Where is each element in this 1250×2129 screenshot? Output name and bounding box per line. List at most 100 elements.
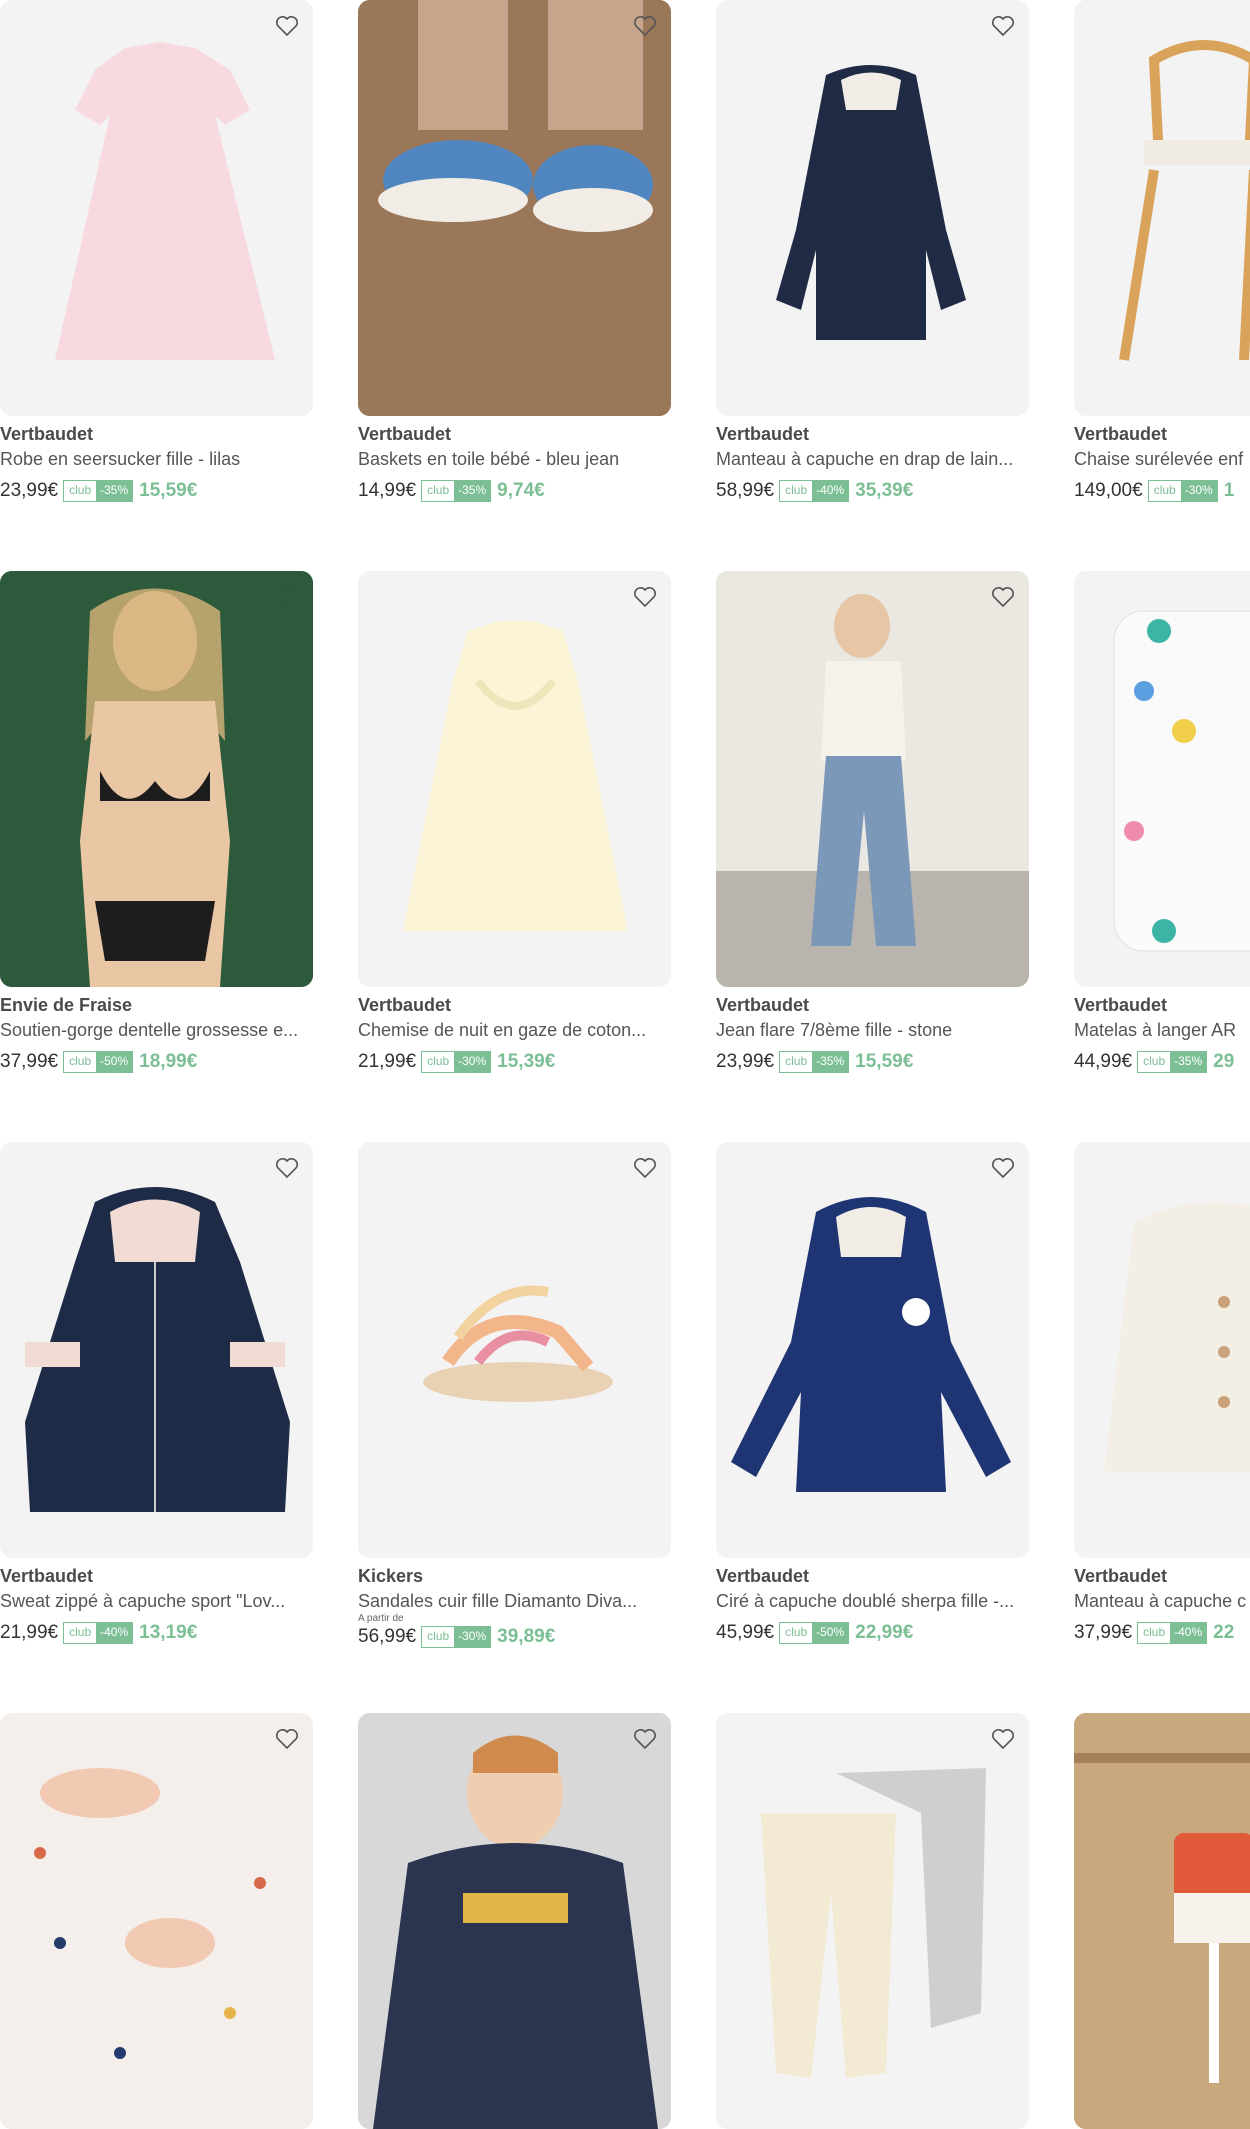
club-badge: club -35% xyxy=(1137,1051,1208,1073)
product-card[interactable] xyxy=(0,1713,313,2129)
product-image[interactable] xyxy=(716,0,1029,416)
nightgown-image xyxy=(403,621,628,931)
product-image[interactable] xyxy=(358,1142,671,1558)
price-row: 21,99€ club -30% 15,39€ xyxy=(358,1049,671,1075)
product-card[interactable]: Vertbaudet Sweat zippé à capuche sport "… xyxy=(0,1142,313,1646)
product-card[interactable]: Vertbaudet Manteau à capuche en drap de … xyxy=(716,0,1029,504)
product-image[interactable] xyxy=(358,571,671,987)
original-price: 23,99€ xyxy=(716,1051,775,1072)
product-title[interactable]: Matelas à langer AR xyxy=(1074,1020,1250,1041)
original-price: 44,99€ xyxy=(1074,1051,1133,1072)
product-card[interactable]: Vertbaudet Manteau à capuche c 37,99€ cl… xyxy=(1074,1142,1250,1646)
product-title[interactable]: Robe en seersucker fille - lilas xyxy=(0,449,313,470)
product-brand: Vertbaudet xyxy=(716,1566,810,1586)
product-brand: Vertbaudet xyxy=(0,424,94,444)
sale-price: 18,99€ xyxy=(139,1051,198,1072)
wishlist-heart-icon[interactable] xyxy=(274,13,300,39)
dress-image xyxy=(55,42,275,360)
product-title[interactable]: Manteau à capuche c xyxy=(1074,1591,1250,1612)
product-grid: Vertbaudet Robe en seersucker fille - li… xyxy=(0,0,1250,2129)
original-price: 56,99€ xyxy=(358,1626,417,1647)
price-row: 21,99€ club -40% 13,19€ xyxy=(0,1620,313,1646)
club-badge: club -30% xyxy=(421,1051,492,1073)
product-card[interactable]: Vertbaudet Chaise surélevée enf 149,00€ … xyxy=(1074,0,1250,504)
club-badge: club -40% xyxy=(63,1622,134,1644)
product-image[interactable] xyxy=(1074,571,1250,987)
product-brand: Kickers xyxy=(358,1566,424,1586)
wishlist-heart-icon[interactable] xyxy=(274,584,300,610)
wishlist-heart-icon[interactable] xyxy=(632,13,658,39)
sweatshirt-boy-image xyxy=(358,1713,671,2129)
product-image[interactable] xyxy=(358,0,671,416)
wishlist-heart-icon[interactable] xyxy=(632,1726,658,1752)
product-image[interactable] xyxy=(0,1713,313,2129)
product-title[interactable]: Sandales cuir fille Diamanto Diva... xyxy=(358,1591,671,1612)
price-row: 56,99€ club -30% 39,89€ xyxy=(358,1624,671,1650)
club-badge: club -40% xyxy=(779,480,850,502)
product-image[interactable] xyxy=(1074,0,1250,416)
original-price: 37,99€ xyxy=(0,1051,59,1072)
original-price: 58,99€ xyxy=(716,480,775,501)
baby-bedding-image xyxy=(0,1713,313,2129)
wishlist-heart-icon[interactable] xyxy=(990,1726,1016,1752)
wishlist-heart-icon[interactable] xyxy=(274,1726,300,1752)
product-card[interactable]: Vertbaudet Jean flare 7/8ème fille - sto… xyxy=(716,571,1029,1075)
wishlist-heart-icon[interactable] xyxy=(990,584,1016,610)
sherpa-coat-image xyxy=(1104,1202,1250,1472)
club-badge: club -30% xyxy=(1147,480,1218,502)
original-price: 149,00€ xyxy=(1074,480,1143,501)
product-card[interactable]: Envie de Fraise Soutien-gorge dentelle g… xyxy=(0,571,313,1075)
raincoat-image xyxy=(731,1197,1011,1492)
product-image[interactable] xyxy=(0,571,313,987)
product-card[interactable]: Vertbaudet Chemise de nuit en gaze de co… xyxy=(358,571,671,1075)
original-price: 21,99€ xyxy=(358,1051,417,1072)
product-card[interactable]: Vertbaudet Ciré à capuche doublé sherpa … xyxy=(716,1142,1029,1646)
jeans-model-image xyxy=(716,571,1029,987)
wishlist-heart-icon[interactable] xyxy=(990,1155,1016,1181)
product-title[interactable]: Baskets en toile bébé - bleu jean xyxy=(358,449,671,470)
club-badge: club -50% xyxy=(779,1622,850,1644)
product-title[interactable]: Soutien-gorge dentelle grossesse e... xyxy=(0,1020,313,1041)
product-image[interactable] xyxy=(716,1713,1029,2129)
product-card[interactable]: Kickers Sandales cuir fille Diamanto Div… xyxy=(358,1142,671,1650)
product-image[interactable] xyxy=(1074,1142,1250,1558)
sale-price: 35,39€ xyxy=(855,480,914,501)
product-card[interactable] xyxy=(358,1713,671,2129)
from-price-label: A partir de xyxy=(358,1613,404,1624)
product-card[interactable]: Vertbaudet Robe en seersucker fille - li… xyxy=(0,0,313,504)
product-title[interactable]: Sweat zippé à capuche sport "Lov... xyxy=(0,1591,313,1612)
club-badge: club -35% xyxy=(421,480,492,502)
product-title[interactable]: Ciré à capuche doublé sherpa fille -... xyxy=(716,1591,1029,1612)
sandals-image xyxy=(423,1285,613,1402)
fox-lamp-image xyxy=(1074,1713,1250,2129)
product-card[interactable]: Vertbaudet Matelas à langer AR 44,99€ cl… xyxy=(1074,571,1250,1075)
product-image[interactable] xyxy=(1074,1713,1250,2129)
product-card[interactable]: Vertbaudet Baskets en toile bébé - bleu … xyxy=(358,0,671,504)
product-card[interactable] xyxy=(1074,1713,1250,2129)
product-title[interactable]: Chemise de nuit en gaze de coton... xyxy=(358,1020,671,1041)
product-image[interactable] xyxy=(358,1713,671,2129)
product-image[interactable] xyxy=(716,1142,1029,1558)
sale-price: 15,39€ xyxy=(497,1051,556,1072)
wishlist-heart-icon[interactable] xyxy=(274,1155,300,1181)
product-image[interactable] xyxy=(0,1142,313,1558)
product-card[interactable] xyxy=(716,1713,1029,2129)
product-image[interactable] xyxy=(0,0,313,416)
price-row: 37,99€ club -40% 22 xyxy=(1074,1620,1250,1646)
wishlist-heart-icon[interactable] xyxy=(632,584,658,610)
club-badge: club -50% xyxy=(63,1051,134,1073)
original-price: 14,99€ xyxy=(358,480,417,501)
original-price: 45,99€ xyxy=(716,1622,775,1643)
product-brand: Vertbaudet xyxy=(1074,1566,1168,1586)
wishlist-heart-icon[interactable] xyxy=(632,1155,658,1181)
product-title[interactable]: Chaise surélevée enf xyxy=(1074,449,1250,470)
product-title[interactable]: Manteau à capuche en drap de lain... xyxy=(716,449,1029,470)
price-row: 58,99€ club -40% 35,39€ xyxy=(716,478,1029,504)
sale-price: 29 xyxy=(1213,1051,1235,1072)
product-image[interactable] xyxy=(716,571,1029,987)
product-title[interactable]: Jean flare 7/8ème fille - stone xyxy=(716,1020,1029,1041)
wishlist-heart-icon[interactable] xyxy=(990,13,1016,39)
price-row: 23,99€ club -35% 15,59€ xyxy=(716,1049,1029,1075)
sale-price: 13,19€ xyxy=(139,1622,198,1643)
product-brand: Envie de Fraise xyxy=(0,995,133,1015)
